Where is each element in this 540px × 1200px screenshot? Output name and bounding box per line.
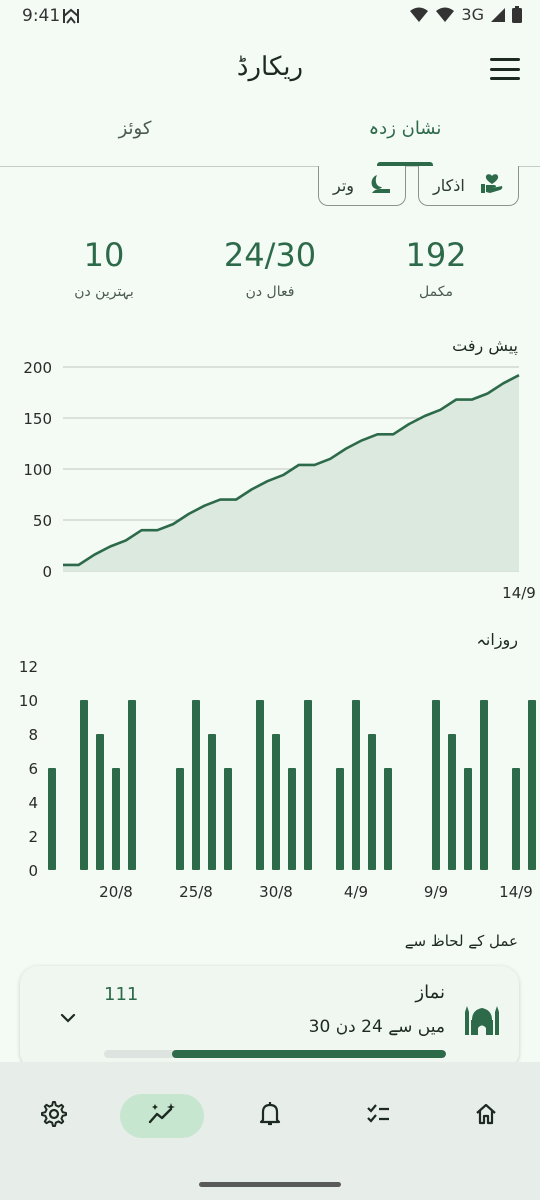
x-tick-label: 4/9: [344, 883, 368, 901]
chip-witr[interactable]: وتر: [318, 166, 406, 206]
bar: [464, 768, 472, 870]
x-tick-label: 9/9: [424, 883, 448, 901]
menu-button[interactable]: [490, 56, 520, 82]
bar: [352, 700, 360, 870]
bar: [288, 768, 296, 870]
hand-heart-icon: [480, 173, 504, 198]
x-tick-label: 20/8: [99, 883, 133, 901]
settings-icon: [40, 1100, 68, 1132]
bar: [448, 734, 456, 870]
y-tick-label: 0: [28, 862, 38, 880]
signal-icon: [490, 7, 506, 23]
bar: [432, 700, 440, 870]
y-tick-label: 8: [28, 726, 38, 744]
stat-best-day-label: بہترین دن: [74, 284, 134, 300]
bar: [80, 700, 88, 870]
card-progress-bar: [104, 1050, 446, 1058]
y-tick-label: 2: [28, 828, 38, 846]
checklist-icon: [365, 1101, 391, 1131]
bar: [528, 700, 536, 870]
nav-notifications[interactable]: [228, 1094, 312, 1138]
bar: [256, 700, 264, 870]
y-tick-label: 6: [28, 760, 38, 778]
bar: [480, 700, 488, 870]
chip-azkar[interactable]: اذکار: [418, 166, 519, 206]
x-tick-label: 14/9: [502, 584, 536, 602]
bell-icon: [258, 1101, 282, 1131]
status-app-icon: [62, 8, 80, 28]
battery-icon: [512, 6, 522, 23]
bar: [272, 734, 280, 870]
gesture-bar: [199, 1182, 341, 1187]
wifi-icon: [409, 7, 429, 23]
card-progress-fill: [172, 1050, 446, 1058]
insights-icon: [147, 1101, 177, 1131]
mosque-icon: [464, 1004, 500, 1036]
bar: [208, 734, 216, 870]
stat-completed-value: 192: [405, 236, 467, 274]
stat-active-days-label: فعال دن: [245, 284, 295, 300]
y-tick-label: 0: [42, 563, 52, 581]
stat-best-day-value: 10: [83, 236, 125, 274]
tab-quiz[interactable]: کوئز: [0, 118, 270, 139]
bar: [176, 768, 184, 870]
tab-marked[interactable]: نشان زدہ: [270, 118, 540, 139]
bar: [224, 768, 232, 870]
stat-completed-label: مکمل: [419, 284, 453, 300]
y-tick-label: 50: [33, 512, 52, 530]
progress-chart: 0 50 100 150 200 14/9: [23, 359, 536, 602]
bar: [304, 700, 312, 870]
status-icons: 3G: [409, 5, 522, 24]
y-tick-label: 12: [19, 658, 38, 676]
bar: [96, 734, 104, 870]
bar: [192, 700, 200, 870]
y-tick-label: 150: [23, 410, 52, 428]
nav-tasks[interactable]: [336, 1094, 420, 1138]
network-type: 3G: [461, 5, 484, 24]
moon-icon: [369, 174, 391, 198]
nav-settings[interactable]: [12, 1094, 96, 1138]
y-tick-label: 100: [23, 461, 52, 479]
bar: [128, 700, 136, 870]
bar: [336, 768, 344, 870]
daily-chart-title: روزانہ: [476, 630, 518, 649]
chevron-down-icon[interactable]: [56, 1006, 80, 1030]
stat-active-days-value: 24/30: [223, 236, 317, 274]
bar: [112, 768, 120, 870]
nav-insights[interactable]: [120, 1094, 204, 1138]
x-tick-label: 14/9: [499, 883, 533, 901]
card-subtitle: 30 میں سے 24 دن: [308, 1017, 445, 1037]
y-tick-label: 200: [23, 359, 52, 377]
y-tick-label: 10: [19, 692, 38, 710]
chip-witr-label: وتر: [333, 176, 355, 195]
menu-icon: [490, 58, 520, 61]
nav-home[interactable]: [444, 1094, 528, 1138]
card-name: نماز: [415, 982, 445, 1003]
bar: [384, 768, 392, 870]
home-icon: [473, 1101, 499, 1131]
section-title: عمل کے لحاظ سے: [404, 932, 518, 950]
daily-chart: 0 2 4 6 8 10 12 20/8 25/8 30/8 4/9 9/9 14/9: [19, 658, 536, 901]
y-tick-label: 4: [28, 794, 38, 812]
x-tick-label: 30/8: [259, 883, 293, 901]
page-title: ریکارڈ: [236, 52, 304, 82]
card-count: 111: [104, 984, 139, 1005]
chip-azkar-label: اذکار: [433, 176, 465, 195]
status-time: 9:41: [22, 6, 61, 26]
bar: [512, 768, 520, 870]
x-tick-label: 25/8: [179, 883, 213, 901]
bar: [48, 768, 56, 870]
bar: [368, 734, 376, 870]
wifi-icon: [435, 7, 455, 23]
